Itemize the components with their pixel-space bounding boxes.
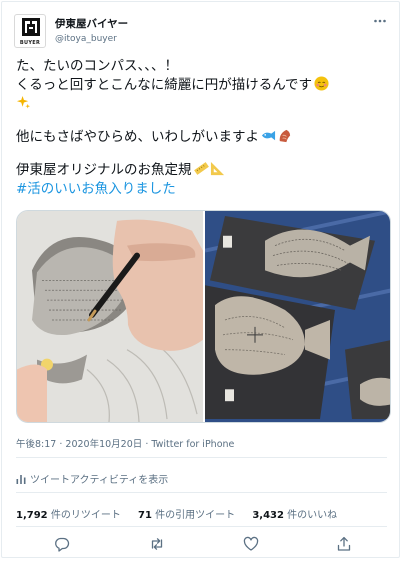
tweet-line-4-text: 他にもさばやひらめ、いわしがいますよ (16, 129, 259, 145)
sparkles-icon (16, 95, 31, 109)
analytics-icon (16, 475, 26, 484)
avatar[interactable]: BUYER (14, 14, 46, 48)
fish-icon (261, 130, 276, 141)
retweets-stat[interactable]: 1,792 件のリツイート (16, 510, 121, 521)
triangular-ruler-icon (210, 161, 224, 176)
tweet-activity-label: ツイートアクティビティを表示 (30, 475, 169, 486)
tweet-meta: 午後8:17 · 2020年10月20日 · Twitter for iPhon… (16, 436, 234, 450)
tweet-time[interactable]: 午後8:17 (16, 439, 56, 450)
hashtag-link[interactable]: #活のいいお魚入りました (16, 180, 391, 199)
tweet-text: た、たいのコンパス、、、！ くるっと回すとこんなに綺麗に円が描けるんです 他にも… (16, 57, 391, 199)
tweet-source[interactable]: Twitter for iPhone (151, 439, 234, 450)
divider (16, 457, 387, 458)
share-icon[interactable] (336, 536, 352, 552)
avatar-label: BUYER (19, 40, 41, 46)
quotes-stat[interactable]: 71 件の引用ツイート (138, 510, 235, 521)
media-grid (16, 210, 391, 423)
quotes-count: 71 (138, 510, 152, 521)
tweet-line-3 (16, 95, 391, 114)
retweets-count: 1,792 (16, 510, 48, 521)
likes-stat[interactable]: 3,432 件のいいね (252, 510, 337, 521)
like-icon[interactable] (243, 536, 259, 552)
display-name[interactable]: 伊東屋バイヤー (55, 16, 128, 31)
user-handle[interactable]: @itoya_buyer (55, 34, 128, 44)
tweet-date[interactable]: 2020年10月20日 (65, 439, 142, 450)
blushing-face-icon (314, 76, 329, 91)
ruler-icon (193, 162, 209, 175)
tweet-actions (2, 536, 399, 556)
tweet-line-4: 他にもさばやひらめ、いわしがいますよ (16, 128, 391, 147)
tweet-card: BUYER 伊東屋バイヤー @itoya_buyer た、たいのコンパス、、、！… (1, 1, 400, 558)
tweet-line-2-text: くるっと回すとこんなに綺麗に円が描けるんです (16, 77, 313, 93)
retweets-label: 件のリツイート (50, 510, 121, 521)
tweet-line-5-text: 伊東屋オリジナルのお魚定規 (16, 162, 192, 178)
engagement-stats: 1,792 件のリツイート 71 件の引用ツイート 3,432 件のいいね (16, 506, 351, 521)
more-icon[interactable] (373, 14, 387, 32)
fish-compass-photo[interactable] (17, 211, 203, 422)
tweet-activity-link[interactable]: ツイートアクティビティを表示 (16, 471, 168, 486)
itoya-logo-icon (22, 18, 40, 36)
likes-label: 件のいいね (287, 510, 338, 521)
likes-count: 3,432 (252, 510, 284, 521)
divider (16, 492, 387, 493)
tweet-line-1: た、たいのコンパス、、、！ (16, 58, 178, 74)
tweet-line-5: 伊東屋オリジナルのお魚定規 (16, 161, 391, 180)
retweet-icon[interactable] (149, 536, 165, 552)
author-names: 伊東屋バイヤー @itoya_buyer (55, 16, 128, 44)
tweet-header: BUYER 伊東屋バイヤー @itoya_buyer (14, 14, 389, 48)
tweet-line-2: くるっと回すとこんなに綺麗に円が描けるんです (16, 76, 391, 95)
quotes-label: 件の引用ツイート (155, 510, 236, 521)
reply-icon[interactable] (54, 536, 70, 552)
fish-rulers-photo[interactable] (205, 211, 391, 422)
fish-cake-icon (279, 129, 291, 143)
divider (16, 526, 387, 527)
